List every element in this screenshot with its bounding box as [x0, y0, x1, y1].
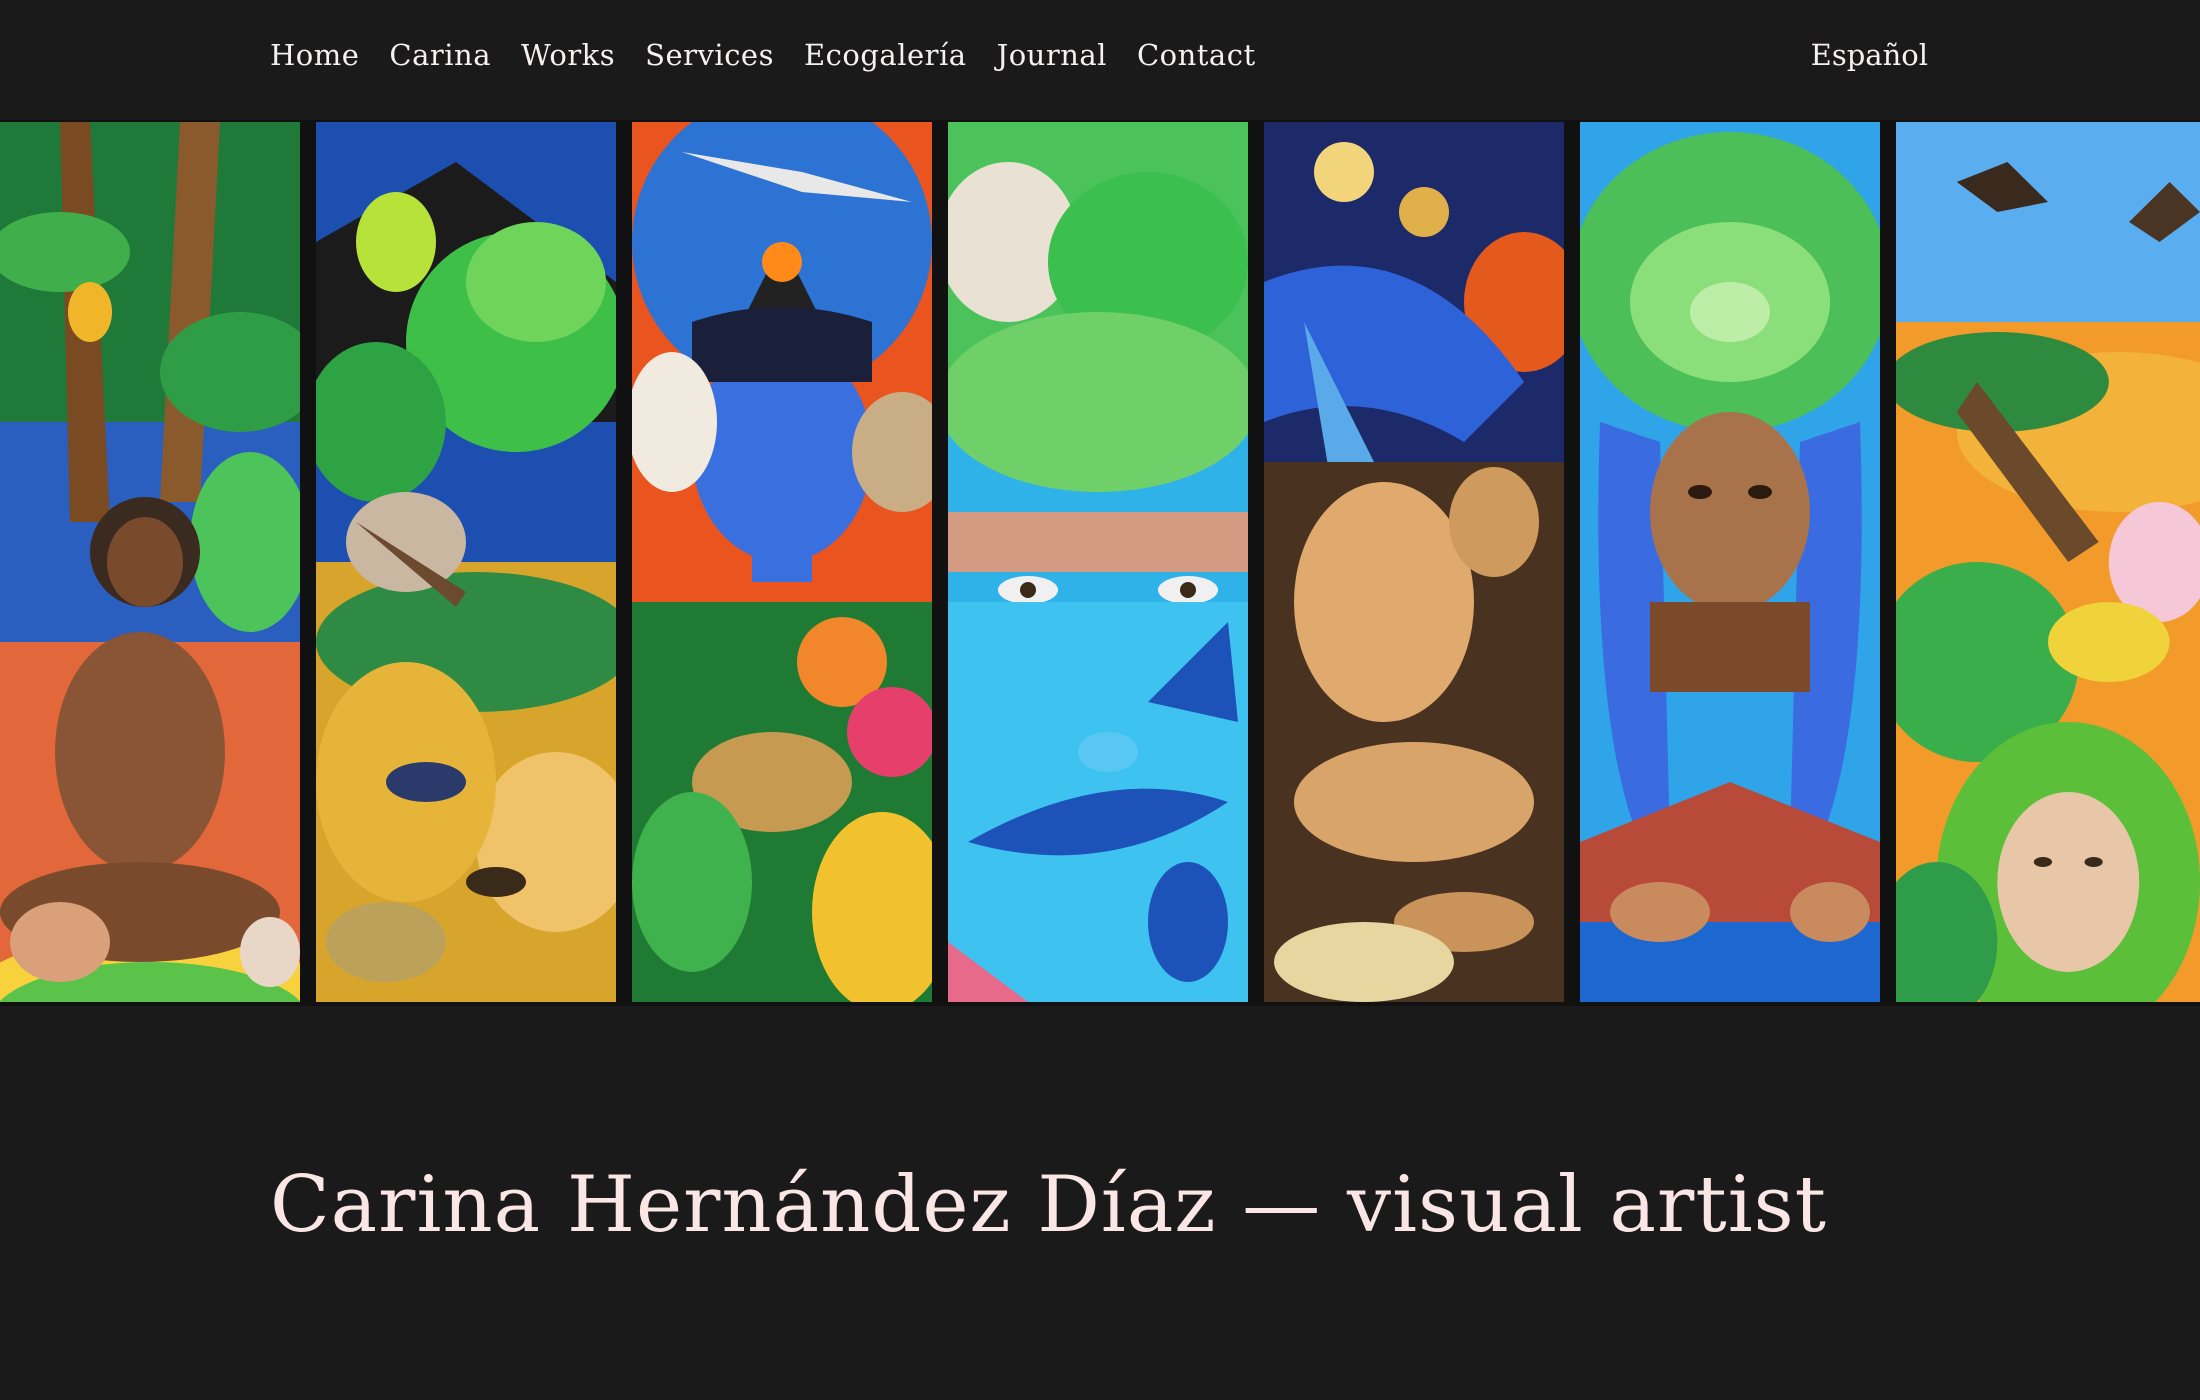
nav-carina-link[interactable]: Carina — [389, 38, 491, 72]
language-switch-link[interactable]: Español — [1811, 38, 1928, 72]
top-navigation: Home Carina Works Services Ecogalería Jo… — [0, 0, 2200, 118]
artwork-panel-green-haired-girl[interactable] — [1896, 122, 2200, 1002]
nav-journal-link[interactable]: Journal — [997, 38, 1107, 72]
artwork-panel-whale-face[interactable] — [948, 122, 1248, 1002]
nav-works-link[interactable]: Works — [521, 38, 615, 72]
nav-contact-link[interactable]: Contact — [1137, 38, 1256, 72]
artwork-panel-plants-bird-fish[interactable] — [316, 122, 616, 1002]
artwork-panel-blue-face-volcano[interactable] — [632, 122, 932, 1002]
nav-services-link[interactable]: Services — [645, 38, 774, 72]
artwork-gallery-strip — [0, 120, 2200, 1006]
artwork-panel-pregnant-woman[interactable] — [0, 122, 300, 1002]
nav-home-link[interactable]: Home — [270, 38, 359, 72]
page-title: Carina Hernández Díaz — visual artist — [270, 1160, 1828, 1250]
artwork-panel-curled-woman[interactable] — [1264, 122, 1564, 1002]
artwork-panel-elder-woman[interactable] — [1580, 122, 1880, 1002]
nav-ecogaleria-link[interactable]: Ecogalería — [804, 38, 967, 72]
main-menu: Home Carina Works Services Ecogalería Jo… — [270, 38, 1256, 72]
